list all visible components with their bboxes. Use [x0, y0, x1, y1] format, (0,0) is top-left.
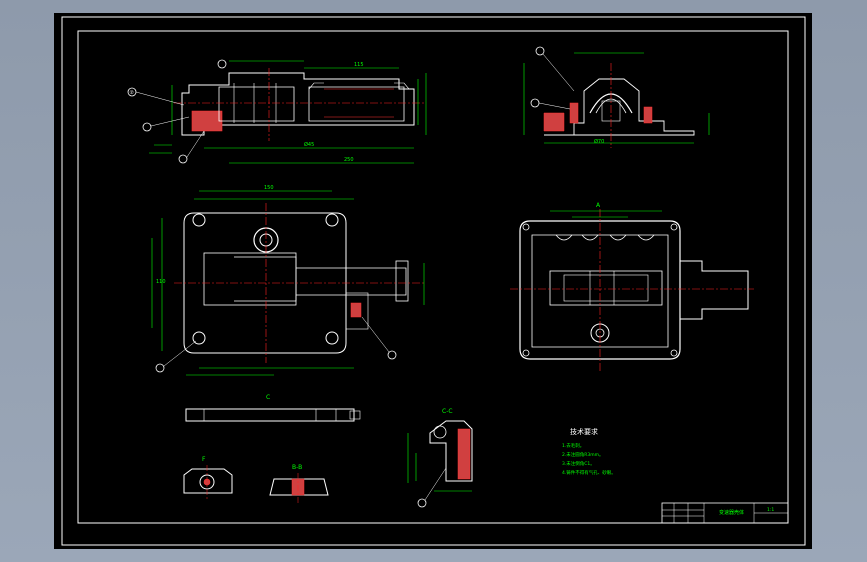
front-section-view: Ø45 250 115: [149, 60, 427, 164]
section-bb: B-B: [269, 464, 329, 503]
tech-req-item-3: 3.未注倒角C1。: [562, 460, 595, 467]
svg-text:C-C: C-C: [442, 408, 453, 415]
svg-text:B-B: B-B: [292, 464, 302, 471]
svg-text:②: ②: [130, 90, 135, 96]
view-c: C: [185, 394, 361, 422]
svg-text:Ø70: Ø70: [594, 138, 604, 145]
tech-requirements: 技术要求 1.去毛刺。 2.未注圆角R3mm。 3.未注倒角C1。 4.铸件不得…: [562, 427, 616, 476]
section-cc: C-C: [407, 408, 473, 492]
tech-req-item-1: 1.去毛刺。: [562, 442, 584, 449]
title-block: 变速器壳体 1:1: [661, 502, 789, 524]
svg-text:115: 115: [354, 62, 364, 68]
view-f: F: [183, 456, 233, 499]
view-a: A: [510, 202, 754, 373]
cad-drawing-canvas[interactable]: Ø45 250 115 ② Ø70 150 110 A C F B-B C-C …: [54, 13, 812, 549]
svg-text:A: A: [596, 202, 601, 209]
title-block-name: 变速器壳体: [719, 509, 744, 516]
tech-req-item-4: 4.铸件不得有气孔、砂眼。: [562, 469, 616, 476]
title-block-scale: 1:1: [767, 507, 774, 513]
tech-req-item-2: 2.未注圆角R3mm。: [562, 451, 604, 458]
svg-text:150: 150: [264, 185, 274, 191]
side-view: Ø70: [523, 52, 710, 148]
tech-req-title: 技术要求: [570, 427, 598, 436]
svg-text:110: 110: [156, 279, 166, 285]
svg-text:C: C: [266, 394, 270, 401]
outer-frame: [61, 16, 806, 546]
engineering-drawing: Ø45 250 115 ② Ø70 150 110 A C F B-B C-C …: [61, 16, 806, 546]
svg-text:F: F: [202, 456, 206, 463]
svg-text:Ø45: Ø45: [304, 141, 314, 148]
svg-text:250: 250: [344, 157, 354, 163]
